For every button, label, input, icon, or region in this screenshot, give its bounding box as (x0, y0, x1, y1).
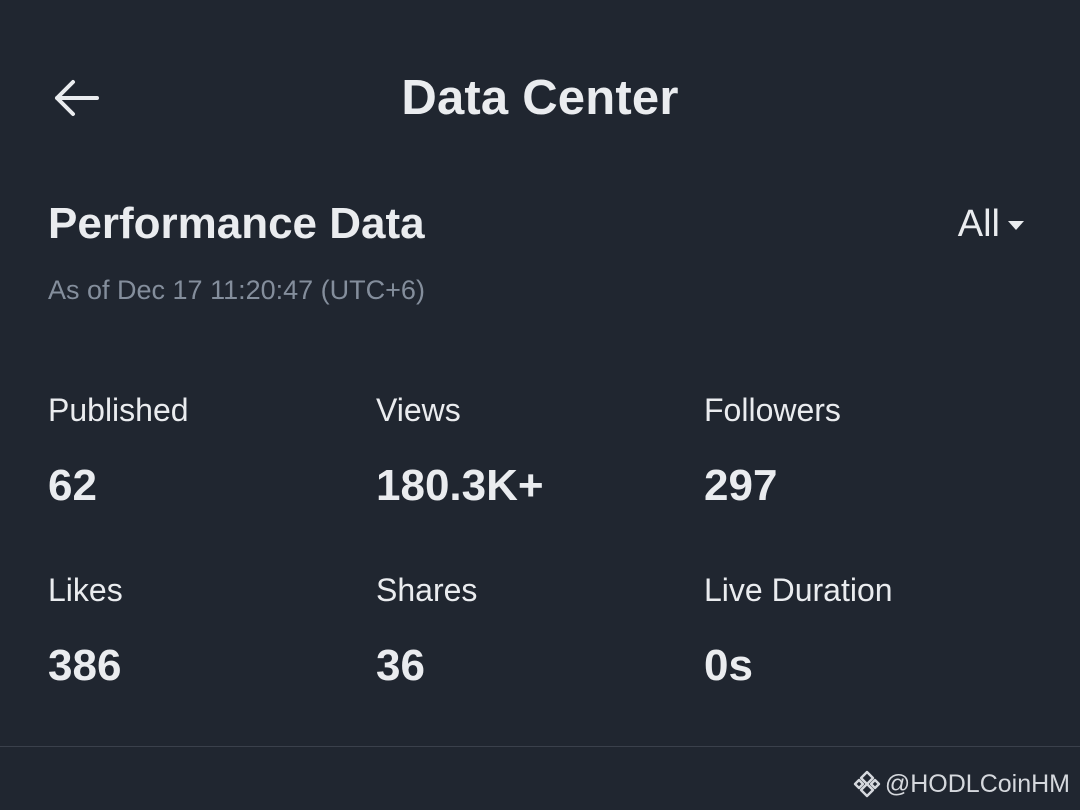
stat-value: 36 (376, 641, 425, 690)
stat-value: 180.3K+ (376, 461, 544, 510)
stat-value: 386 (48, 641, 122, 690)
section-title: Performance Data (48, 199, 425, 248)
stat-shares: Shares 36 (376, 568, 704, 718)
stat-label: Shares (376, 572, 478, 608)
stat-live-duration: Live Duration 0s (704, 568, 1032, 718)
stat-published: Published 62 (48, 388, 376, 568)
filter-dropdown[interactable]: All (958, 198, 1024, 250)
stat-followers: Followers 297 (704, 388, 1032, 568)
data-timestamp: As of Dec 17 11:20:47 (UTC+6) (48, 275, 425, 305)
stat-likes: Likes 386 (48, 568, 376, 718)
header: Data Center (0, 0, 1080, 196)
divider (0, 746, 1080, 747)
stat-label: Published (48, 392, 189, 428)
stat-value: 0s (704, 641, 753, 690)
stat-label: Views (376, 392, 461, 428)
stat-label: Live Duration (704, 572, 893, 608)
page-title: Data Center (401, 71, 679, 125)
filter-dropdown-label: All (957, 203, 1000, 245)
stat-value: 62 (48, 461, 97, 510)
stat-label: Likes (48, 572, 123, 608)
stat-label: Followers (704, 392, 841, 428)
stats-grid: Published 62 Views 180.3K+ Followers 297… (48, 388, 1032, 718)
caret-down-icon (1008, 220, 1024, 230)
stat-value: 297 (704, 461, 778, 510)
watermark-text: @HODLCoinHM (884, 769, 1070, 798)
stat-views: Views 180.3K+ (376, 388, 704, 568)
binance-logo-icon (853, 770, 881, 798)
watermark: @HODLCoinHM (853, 768, 1070, 800)
